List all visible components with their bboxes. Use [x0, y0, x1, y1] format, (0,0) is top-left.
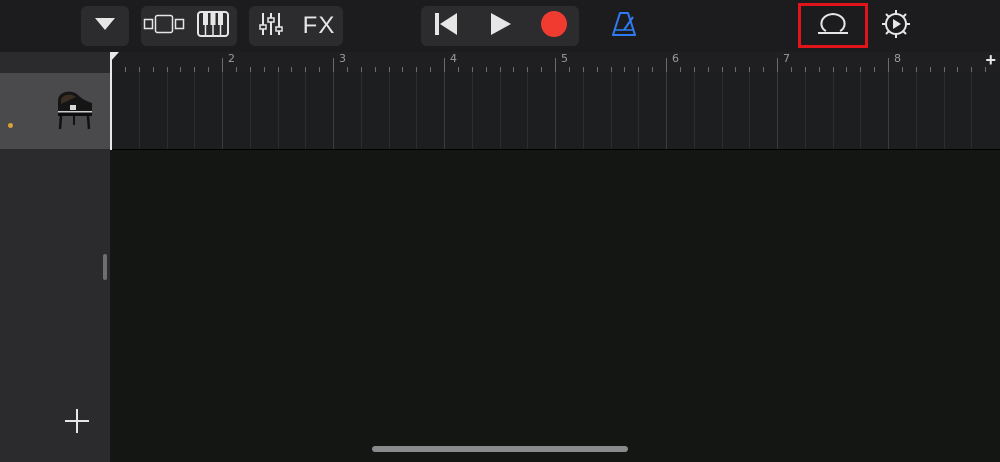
go-to-beginning-button[interactable]: [421, 6, 471, 46]
playhead[interactable]: [110, 52, 112, 150]
keyboard-button[interactable]: [189, 6, 237, 46]
grand-piano-icon: [52, 87, 96, 138]
bar-number: 8: [894, 52, 901, 65]
grid-line: [527, 72, 528, 149]
loop-browser-highlight: [798, 3, 868, 48]
triangle-down-icon: [94, 17, 116, 36]
add-track-button[interactable]: [64, 408, 90, 434]
keyboard-icon: [197, 10, 229, 42]
mixer-button[interactable]: [249, 6, 293, 46]
bar-tick: [888, 58, 889, 72]
record-button[interactable]: [529, 6, 579, 46]
record-icon: [540, 10, 568, 43]
grid-line: [694, 72, 695, 149]
grid-line: [444, 72, 445, 149]
bar-tick: [222, 58, 223, 72]
bar-tick: [777, 58, 778, 72]
grid-line: [167, 72, 168, 149]
grid-line: [389, 72, 390, 149]
grid-line: [416, 72, 417, 149]
metronome-button[interactable]: [603, 6, 645, 46]
grid-line: [916, 72, 917, 149]
control-bar: FX: [0, 0, 1000, 52]
bar-number: 6: [672, 52, 679, 65]
grid-line: [749, 72, 750, 149]
settings-button[interactable]: [874, 6, 918, 46]
fx-button[interactable]: FX: [295, 6, 343, 46]
home-indicator[interactable]: [372, 446, 628, 452]
grid-line: [222, 72, 223, 149]
grid-line: [777, 72, 778, 149]
grid-line: [638, 72, 639, 149]
settings-gear-icon: [881, 9, 911, 44]
bar-tick: [666, 58, 667, 72]
resize-handle[interactable]: [103, 254, 107, 280]
add-section-button[interactable]: +: [985, 50, 996, 71]
grid-line: [860, 72, 861, 149]
bar-number: 5: [561, 52, 568, 65]
mixer-icon: [258, 11, 284, 42]
transport-group: [421, 6, 579, 46]
play-button[interactable]: [475, 6, 527, 46]
grid-line: [666, 72, 667, 149]
grid-line: [805, 72, 806, 149]
go-to-beginning-icon: [433, 12, 459, 41]
timeline-ruler[interactable]: 2 3 4 5 6 7 8 +: [110, 50, 1000, 72]
grid-line: [888, 72, 889, 149]
bar-number: 2: [228, 52, 235, 65]
plus-icon: [64, 409, 90, 438]
grid-line: [194, 72, 195, 149]
grid-line: [971, 72, 972, 149]
grid-line: [139, 72, 140, 149]
view-toggle-group: [141, 6, 237, 46]
tracks-view-button[interactable]: [141, 6, 187, 46]
bar-tick: [333, 58, 334, 72]
grid-line: [278, 72, 279, 149]
grid-line: [722, 72, 723, 149]
mix-group: FX: [249, 6, 343, 46]
fx-label: FX: [302, 12, 336, 39]
grid-line: [472, 72, 473, 149]
grid-line: [250, 72, 251, 149]
playhead-handle[interactable]: [110, 52, 119, 62]
bar-tick: [555, 58, 556, 72]
grid-line: [583, 72, 584, 149]
metronome-icon: [611, 11, 637, 42]
grid-line: [305, 72, 306, 149]
bar-tick: [444, 58, 445, 72]
grid-line: [611, 72, 612, 149]
bar-number: 7: [783, 52, 790, 65]
grid-line: [833, 72, 834, 149]
browser-button[interactable]: [81, 6, 129, 46]
bar-number: 3: [339, 52, 346, 65]
track-indicator-dot: [8, 123, 13, 128]
track-lane[interactable]: [110, 72, 1000, 150]
track-header[interactable]: [0, 73, 110, 149]
bar-number: 4: [450, 52, 457, 65]
grid-line: [500, 72, 501, 149]
grid-line: [333, 72, 334, 149]
grid-line: [361, 72, 362, 149]
play-icon: [490, 12, 512, 41]
tracks-view-icon: [143, 13, 185, 40]
grid-line: [555, 72, 556, 149]
track-header-panel: [0, 52, 110, 462]
grid-line: [944, 72, 945, 149]
